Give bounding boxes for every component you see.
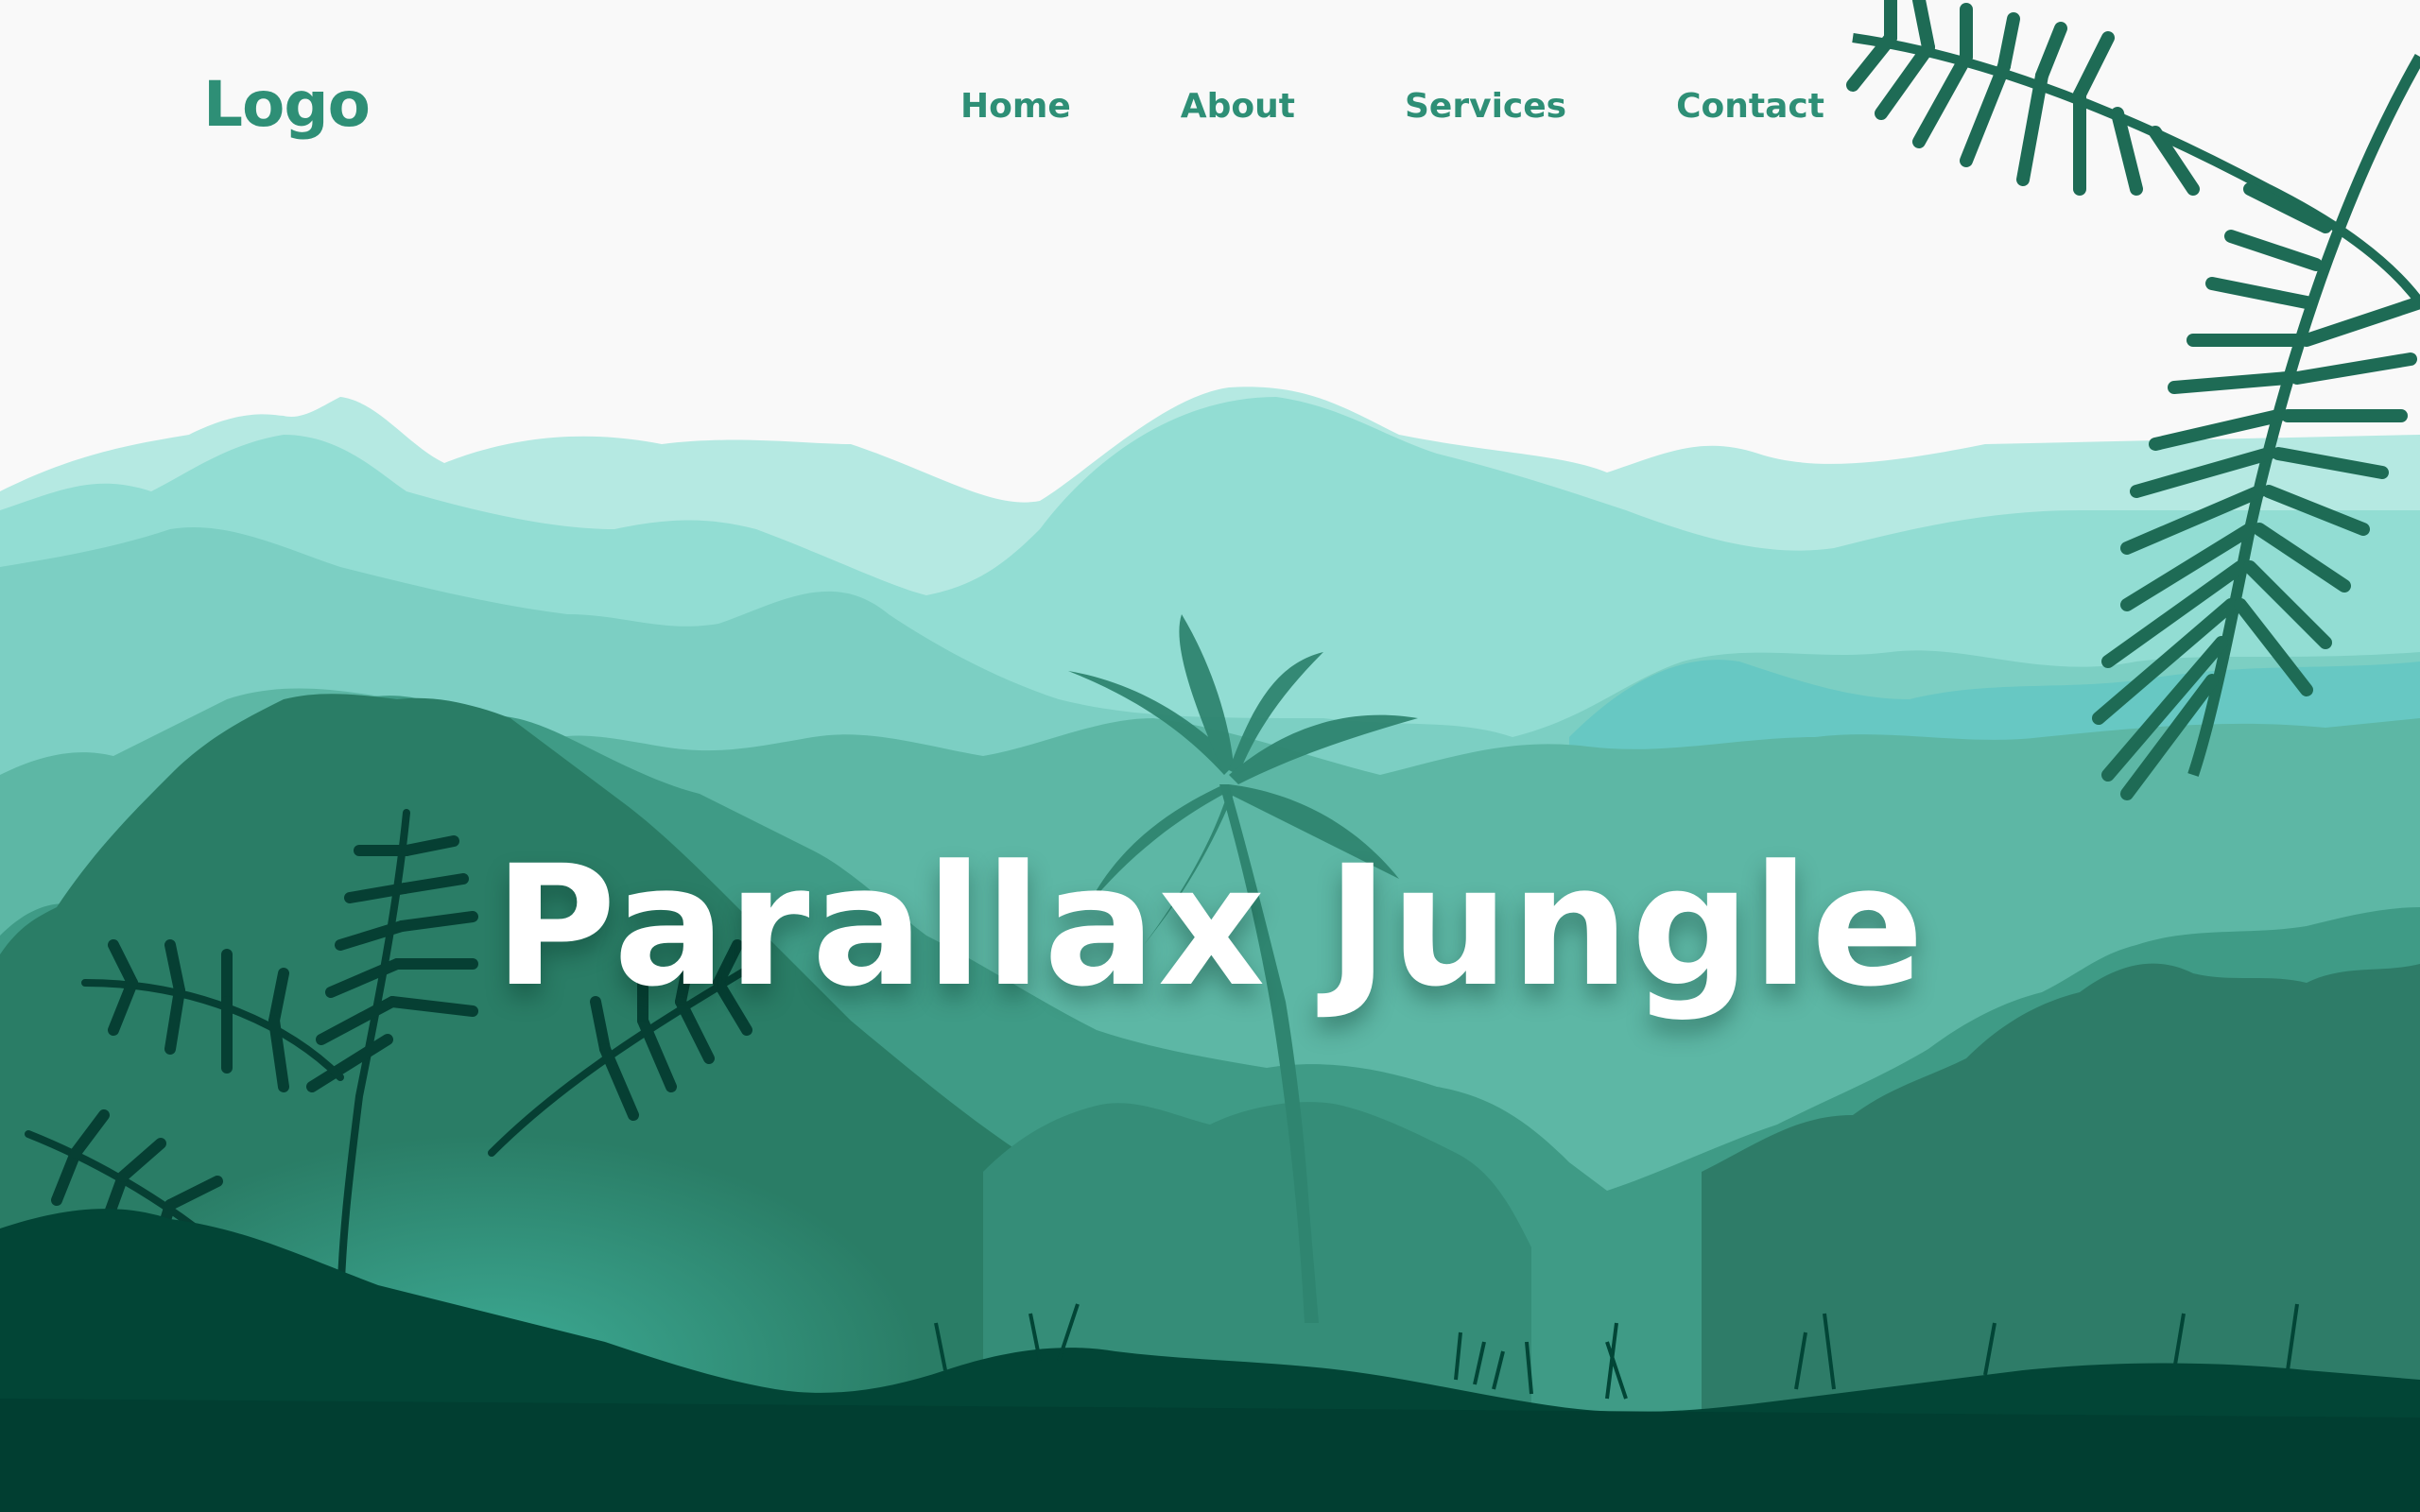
nav-home-link[interactable]: Home xyxy=(960,87,1071,126)
main-nav: Home About Services Contact xyxy=(960,87,1824,126)
nav-services-link[interactable]: Services xyxy=(1405,87,1566,126)
site-header: Logo Home About Services Contact xyxy=(0,0,2420,217)
nav-about-link[interactable]: About xyxy=(1181,87,1295,126)
hero-title: Parallax Jungle xyxy=(493,829,1927,1023)
grass-strip xyxy=(0,1399,2420,1512)
jungle-landscape-illustration xyxy=(0,0,2420,1512)
nav-contact-link[interactable]: Contact xyxy=(1676,87,1824,126)
logo[interactable]: Logo xyxy=(203,68,371,141)
